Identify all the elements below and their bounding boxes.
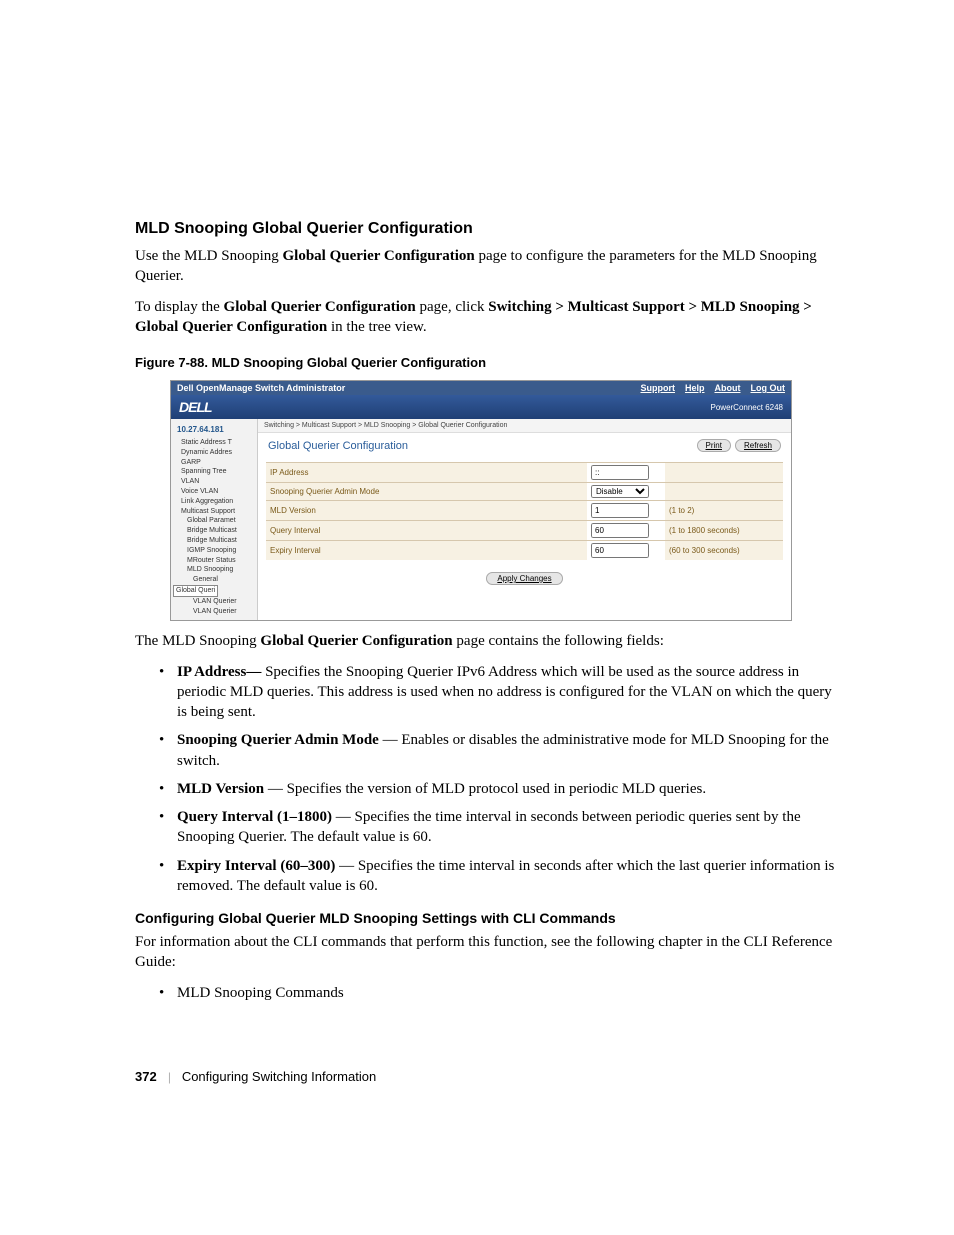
field-term: IP Address—	[177, 664, 261, 680]
row-value-cell	[587, 521, 665, 541]
tree-node[interactable]: MRouter Status	[173, 556, 255, 566]
t: Global Querier Configuration	[283, 248, 475, 264]
row-value-cell	[587, 463, 665, 483]
t: Use the MLD Snooping	[135, 248, 283, 264]
tree-node[interactable]: VLAN Querier	[173, 607, 255, 617]
tree-node[interactable]: Voice VLAN	[173, 487, 255, 497]
dell-logo: DELL	[179, 399, 212, 415]
tree-node[interactable]: Bridge Multicast	[173, 526, 255, 536]
section-title: MLD Snooping Global Querier Configuratio…	[135, 220, 844, 238]
brand-bar: DELL PowerConnect 6248	[171, 395, 791, 419]
page-number: 372	[135, 1069, 157, 1084]
field-term: Query Interval (1–1800)	[177, 809, 332, 825]
tree-node[interactable]: Global Queri	[173, 585, 218, 597]
t: Global Querier Configuration	[224, 299, 416, 315]
postfig-lead: The MLD Snooping Global Querier Configur…	[135, 631, 844, 651]
row-range	[665, 483, 783, 501]
table-row: MLD Version (1 to 2)	[266, 501, 783, 521]
tree-node[interactable]: Bridge Multicast	[173, 536, 255, 546]
tree-node[interactable]: Multicast Support	[173, 507, 255, 517]
field-list: IP Address— Specifies the Snooping Queri…	[135, 662, 844, 897]
tree-node[interactable]: General	[173, 575, 255, 585]
t: The MLD Snooping	[135, 633, 260, 649]
tree-node[interactable]: Static Address T	[173, 438, 255, 448]
row-range: (1 to 1800 seconds)	[665, 521, 783, 541]
footer-sep: |	[168, 1069, 171, 1084]
field-term: MLD Version	[177, 781, 264, 797]
about-link[interactable]: About	[715, 383, 741, 393]
tree-node[interactable]: Global Paramet	[173, 516, 255, 526]
row-label: Query Interval	[266, 521, 587, 541]
figure-caption: Figure 7-88. MLD Snooping Global Querier…	[135, 355, 844, 370]
field-desc: — Specifies the version of MLD protocol …	[264, 781, 706, 797]
list-item: Query Interval (1–1800) — Specifies the …	[177, 807, 844, 848]
t: page contains the following fields:	[453, 633, 664, 649]
t: in the tree view.	[327, 319, 426, 335]
breadcrumb: Switching > Multicast Support > MLD Snoo…	[258, 419, 791, 433]
model-label: PowerConnect 6248	[711, 403, 784, 412]
tree-node[interactable]: GARP	[173, 458, 255, 468]
row-value-cell	[587, 501, 665, 521]
table-row: Expiry Interval (60 to 300 seconds)	[266, 541, 783, 561]
tree-node[interactable]: Spanning Tree	[173, 467, 255, 477]
topbar-links: Support Help About Log Out	[640, 383, 785, 393]
row-range: (60 to 300 seconds)	[665, 541, 783, 561]
logout-link[interactable]: Log Out	[751, 383, 786, 393]
tree-node[interactable]: VLAN	[173, 477, 255, 487]
support-link[interactable]: Support	[640, 383, 675, 393]
row-label: IP Address	[266, 463, 587, 483]
list-item: MLD Version — Specifies the version of M…	[177, 779, 844, 799]
tree-node[interactable]: VLAN Querier	[173, 597, 255, 607]
row-range	[665, 463, 783, 483]
list-item: IP Address— Specifies the Snooping Queri…	[177, 662, 844, 723]
t: To display the	[135, 299, 224, 315]
table-row: IP Address	[266, 463, 783, 483]
config-table: IP AddressSnooping Querier Admin Mode Dis…	[266, 462, 783, 560]
tree-ip: 10.27.64.181	[177, 425, 255, 434]
value-input[interactable]	[591, 523, 649, 538]
refresh-button[interactable]: Refresh	[735, 439, 781, 452]
list-item: MLD Snooping Commands	[177, 983, 844, 1003]
value-input[interactable]	[591, 465, 649, 480]
cli-list: MLD Snooping Commands	[135, 983, 844, 1003]
t: page, click	[416, 299, 488, 315]
nav-tree[interactable]: 10.27.64.181 Static Address TDynamic Add…	[171, 419, 258, 620]
intro-paragraph: Use the MLD Snooping Global Querier Conf…	[135, 246, 844, 287]
field-term: Snooping Querier Admin Mode	[177, 732, 379, 748]
row-range: (1 to 2)	[665, 501, 783, 521]
print-button[interactable]: Print	[697, 439, 731, 452]
list-item: Snooping Querier Admin Mode — Enables or…	[177, 730, 844, 771]
tree-node[interactable]: MLD Snooping	[173, 565, 255, 575]
cli-text: For information about the CLI commands t…	[135, 932, 844, 973]
admin-topbar: Dell OpenManage Switch Administrator Sup…	[171, 381, 791, 395]
value-select[interactable]: Disable	[591, 485, 649, 498]
apply-changes-button[interactable]: Apply Changes	[486, 572, 562, 585]
field-term: Expiry Interval (60–300)	[177, 858, 335, 874]
chapter-name: Configuring Switching Information	[182, 1069, 376, 1084]
table-row: Snooping Querier Admin Mode Disable	[266, 483, 783, 501]
list-item: Expiry Interval (60–300) — Specifies the…	[177, 856, 844, 897]
value-input[interactable]	[591, 543, 649, 558]
help-link[interactable]: Help	[685, 383, 705, 393]
row-label: MLD Version	[266, 501, 587, 521]
cli-title: Configuring Global Querier MLD Snooping …	[135, 910, 844, 926]
page-footer: 372 | Configuring Switching Information	[135, 1069, 376, 1085]
row-label: Expiry Interval	[266, 541, 587, 561]
admin-title: Dell OpenManage Switch Administrator	[177, 383, 345, 393]
tree-node[interactable]: Link Aggregation	[173, 497, 255, 507]
row-value-cell: Disable	[587, 483, 665, 501]
screenshot-figure: Dell OpenManage Switch Administrator Sup…	[170, 380, 792, 621]
tree-node[interactable]: Dynamic Addres	[173, 448, 255, 458]
row-label: Snooping Querier Admin Mode	[266, 483, 587, 501]
panel-title: Global Querier Configuration	[268, 440, 408, 452]
value-input[interactable]	[591, 503, 649, 518]
field-desc: Specifies the Snooping Querier IPv6 Addr…	[177, 664, 832, 721]
row-value-cell	[587, 541, 665, 561]
t: Global Querier Configuration	[260, 633, 452, 649]
main-panel: Switching > Multicast Support > MLD Snoo…	[258, 419, 791, 620]
tree-node[interactable]: IGMP Snooping	[173, 546, 255, 556]
table-row: Query Interval (1 to 1800 seconds)	[266, 521, 783, 541]
nav-paragraph: To display the Global Querier Configurat…	[135, 297, 844, 338]
